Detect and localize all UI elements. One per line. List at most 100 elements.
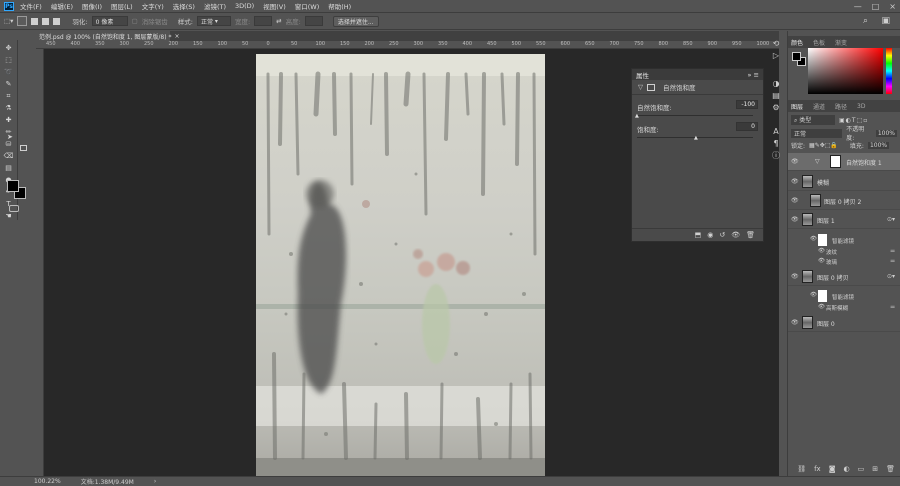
select-and-mask-button[interactable]: 选择并遮住...: [332, 15, 379, 27]
eye-icon[interactable]: 👁: [818, 304, 825, 310]
reset-icon[interactable]: ↺: [719, 231, 725, 239]
delete-icon[interactable]: 🗑: [746, 231, 755, 239]
character-panel-icon[interactable]: A: [771, 127, 781, 137]
menu-view[interactable]: 视图(V): [263, 1, 286, 11]
color-panel-swatch[interactable]: [792, 52, 806, 66]
info-panel-icon[interactable]: ⓘ: [771, 151, 781, 161]
smart-filter-row[interactable]: 👁 智能滤镜: [788, 233, 900, 247]
saturation-slider-thumb[interactable]: ▲: [694, 135, 698, 141]
eraser-tool-icon[interactable]: ⌫: [3, 151, 14, 161]
intersect-selection-icon[interactable]: [53, 17, 61, 25]
canvas-image[interactable]: [256, 54, 545, 477]
menu-edit[interactable]: 编辑(E): [51, 1, 73, 11]
menu-3d[interactable]: 3D(D): [235, 2, 254, 10]
menu-file[interactable]: 文件(F): [20, 1, 42, 11]
menu-type[interactable]: 文字(Y): [142, 1, 164, 11]
tab-layers[interactable]: 图层: [791, 102, 803, 111]
smart-filter-mask[interactable]: [818, 290, 827, 302]
vibrance-input[interactable]: -100: [736, 100, 758, 109]
properties-panel-icon[interactable]: ⚙: [771, 103, 781, 113]
zoom-level[interactable]: 100.22%: [34, 478, 61, 485]
saturation-input[interactable]: 0: [736, 122, 758, 131]
color-picker-field[interactable]: [808, 48, 883, 94]
smart-filter-row[interactable]: 👁 智能滤镜: [788, 289, 900, 303]
width-input[interactable]: [254, 16, 273, 26]
clip-to-layer-icon[interactable]: ⬒: [695, 231, 702, 239]
document-tab[interactable]: 范例.psd @ 100% (自然饱和度 1, 图层蒙版/8) * ×: [36, 31, 180, 41]
close-tab-icon[interactable]: ×: [175, 33, 180, 40]
layer-mask-thumbnail[interactable]: [830, 155, 841, 168]
filter-options-icon[interactable]: ⚌: [890, 304, 895, 310]
new-layer-icon[interactable]: ⊞: [872, 465, 878, 476]
feather-input[interactable]: 0 像素: [91, 16, 128, 26]
menu-filter[interactable]: 滤镜(T): [204, 1, 226, 11]
quick-select-tool-icon[interactable]: ✎: [3, 79, 14, 89]
lock-icons[interactable]: ▦✎✥⬚🔒: [809, 142, 838, 149]
paragraph-panel-icon[interactable]: ¶: [771, 139, 781, 149]
eye-icon[interactable]: 👁: [791, 216, 799, 223]
foreground-color-swatch[interactable]: [7, 180, 19, 192]
vibrance-slider-track[interactable]: [637, 115, 753, 116]
visibility-icon[interactable]: 👁: [731, 231, 740, 239]
hue-slider[interactable]: [886, 48, 892, 94]
quick-mask-icon[interactable]: [9, 205, 19, 212]
blend-mode-select[interactable]: 正常: [791, 128, 843, 138]
link-icon[interactable]: ⛓: [797, 465, 806, 476]
group-icon[interactable]: ▭: [858, 465, 865, 476]
workspace-icon[interactable]: ▣: [881, 16, 890, 26]
move-tool-icon[interactable]: ✥: [3, 43, 14, 53]
crop-tool-icon[interactable]: ⌗: [3, 91, 14, 101]
filter-row[interactable]: 👁 波纹 ⚌: [788, 248, 900, 257]
tab-3d[interactable]: 3D: [857, 103, 865, 110]
healing-tool-icon[interactable]: ✚: [3, 115, 14, 125]
menu-window[interactable]: 窗口(W): [295, 1, 320, 11]
lasso-tool-icon[interactable]: ➰: [3, 67, 14, 77]
close-icon[interactable]: ×: [889, 2, 896, 11]
fill-input[interactable]: 100%: [867, 141, 890, 149]
new-selection-icon[interactable]: [17, 16, 28, 26]
menu-select[interactable]: 选择(S): [173, 1, 195, 11]
menu-image[interactable]: 图像(I): [82, 1, 102, 11]
tab-gradients[interactable]: 渐变: [835, 38, 847, 47]
layer-filter-select[interactable]: ⌕ 类型: [791, 115, 835, 125]
marquee-tool-icon[interactable]: ⬚: [3, 55, 14, 65]
fx-icon[interactable]: fx: [814, 465, 821, 476]
tab-channels[interactable]: 通道: [813, 102, 825, 111]
marquee-tool-icon[interactable]: ⬚▾: [4, 17, 13, 25]
view-previous-icon[interactable]: ◉: [707, 231, 713, 239]
rectangle-tool-icon[interactable]: [20, 145, 27, 151]
tab-color[interactable]: 颜色: [791, 38, 803, 47]
eyedropper-tool-icon[interactable]: ⚗: [3, 103, 14, 113]
subtract-selection-icon[interactable]: [42, 17, 50, 25]
tab-swatches[interactable]: 色板: [813, 38, 825, 47]
menu-layer[interactable]: 图层(L): [111, 1, 133, 11]
eye-icon[interactable]: 👁: [791, 273, 799, 280]
eye-icon[interactable]: 👁: [810, 236, 817, 242]
eye-icon[interactable]: 👁: [791, 319, 799, 326]
layer-row-vibrance[interactable]: 👁 ▽ 自然饱和度 1: [788, 153, 900, 171]
layer-mask-icon[interactable]: [647, 83, 655, 91]
layer-row-copy[interactable]: 👁 图层 0 拷贝 ⊙▾: [788, 268, 900, 286]
eye-icon[interactable]: 👁: [791, 178, 799, 185]
actions-panel-icon[interactable]: ▷: [771, 51, 781, 61]
path-select-tool-icon[interactable]: ➤: [7, 133, 13, 141]
filter-row[interactable]: 👁 玻璃 ⚌: [788, 258, 900, 267]
eye-icon[interactable]: 👁: [818, 258, 825, 264]
eye-icon[interactable]: 👁: [791, 197, 799, 204]
properties-panel[interactable]: 属性 » ≡ ▽ 自然饱和度 自然饱和度: -100 ▲ 饱和度: 0 ▲ ⬒ …: [631, 68, 764, 242]
properties-panel-header[interactable]: 属性 » ≡: [632, 69, 763, 80]
eye-icon[interactable]: 👁: [810, 292, 817, 298]
filter-options-icon[interactable]: ⚌: [890, 248, 895, 254]
history-panel-icon[interactable]: ⟲: [771, 39, 781, 49]
adjustment-icon[interactable]: ◐: [844, 465, 850, 476]
smart-filter-mask[interactable]: [818, 234, 827, 246]
status-arrow-icon[interactable]: ›: [154, 478, 156, 485]
hand-tool-icon[interactable]: ☚: [3, 211, 14, 221]
filter-row[interactable]: 👁 高斯模糊 ⚌: [788, 304, 900, 313]
add-selection-icon[interactable]: [31, 17, 39, 25]
height-input[interactable]: [304, 16, 323, 26]
layer-row-blur[interactable]: 👁 模糊: [788, 173, 900, 191]
filter-options-icon[interactable]: ⚌: [890, 258, 895, 264]
adjustments-panel-icon[interactable]: ◑: [771, 79, 781, 89]
document-size[interactable]: 文档:1.38M/9.49M: [81, 477, 134, 486]
